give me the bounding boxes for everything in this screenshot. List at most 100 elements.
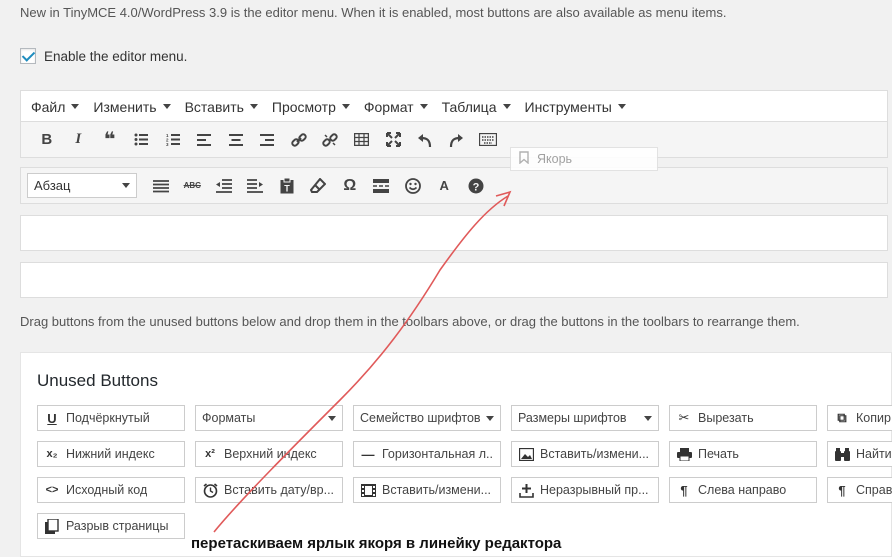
subscript-icon: x₂ bbox=[46, 448, 58, 460]
unused-button-label: Найти bbox=[856, 447, 892, 461]
copy-icon: ⧉ bbox=[837, 410, 847, 425]
clear-formatting-icon[interactable] bbox=[303, 172, 335, 200]
menu-edit[interactable]: Изменить bbox=[86, 99, 177, 115]
chevron-down-icon bbox=[341, 104, 350, 109]
chevron-down-icon bbox=[419, 104, 428, 109]
chevron-down-icon bbox=[617, 104, 626, 109]
unused-button-label: Вырезать bbox=[698, 411, 754, 425]
unused-select-formats[interactable]: Форматы bbox=[195, 405, 343, 431]
strikethrough-icon[interactable]: ABC bbox=[177, 172, 209, 200]
menu-file-label: Файл bbox=[31, 98, 66, 115]
enable-menu-checkbox[interactable] bbox=[20, 48, 36, 64]
annotation-caption: перетаскиваем ярлык якоря в линейку реда… bbox=[191, 535, 562, 552]
empty-toolbar-3[interactable] bbox=[20, 215, 888, 251]
intro-text: New in TinyMCE 4.0/WordPress 3.9 is the … bbox=[20, 5, 727, 20]
svg-text:?: ? bbox=[472, 181, 479, 193]
menu-format[interactable]: Формат bbox=[357, 99, 435, 115]
chevron-down-icon bbox=[249, 104, 258, 109]
paragraph-ltr-icon: ¶ bbox=[680, 482, 688, 498]
enable-menu-row[interactable]: Enable the editor menu. bbox=[20, 48, 187, 64]
unused-button-subscript[interactable]: x₂ Нижний индекс bbox=[37, 441, 185, 467]
fullscreen-icon[interactable] bbox=[378, 126, 410, 154]
text-color-icon[interactable]: A bbox=[429, 172, 461, 200]
unused-button-horizontal-line[interactable]: — Горизонтальная л... bbox=[353, 441, 501, 467]
unused-select-font-size[interactable]: Размеры шрифтов bbox=[511, 405, 659, 431]
bookmark-icon bbox=[519, 151, 529, 167]
superscript-icon: x² bbox=[205, 448, 215, 460]
bold-icon[interactable]: B bbox=[31, 126, 63, 154]
menu-view-label: Просмотр bbox=[271, 98, 336, 115]
indent-icon[interactable] bbox=[240, 172, 272, 200]
menu-insert-label: Вставить bbox=[184, 98, 244, 115]
unused-button-insert-image[interactable]: Вставить/измени... bbox=[511, 441, 659, 467]
unused-button-print[interactable]: Печать bbox=[669, 441, 817, 467]
dragged-anchor-button[interactable]: Якорь bbox=[510, 147, 658, 171]
page-break-icon[interactable] bbox=[366, 172, 398, 200]
paste-text-icon[interactable]: T bbox=[271, 172, 303, 200]
empty-toolbar-4[interactable] bbox=[20, 262, 888, 298]
help-icon[interactable]: ? bbox=[460, 172, 492, 200]
menu-insert[interactable]: Вставить bbox=[178, 99, 265, 115]
table-icon[interactable] bbox=[346, 126, 378, 154]
unused-button-superscript[interactable]: x² Верхний индекс bbox=[195, 441, 343, 467]
unused-button-nonbreaking-space[interactable]: Неразрывный пр... bbox=[511, 477, 659, 503]
editor-menubar: Файл Изменить Вставить Просмотр Формат Т… bbox=[20, 90, 888, 122]
unused-button-label: Нижний индекс bbox=[66, 447, 155, 461]
blockquote-icon[interactable]: ❝ bbox=[94, 126, 126, 154]
horizontal-rule-icon[interactable] bbox=[145, 172, 177, 200]
editor-toolbar-2: Абзац ABC T Ω A ? bbox=[20, 167, 888, 204]
unlink-icon[interactable] bbox=[315, 126, 347, 154]
svg-text:T: T bbox=[284, 183, 290, 193]
outdent-icon[interactable] bbox=[208, 172, 240, 200]
italic-icon[interactable]: I bbox=[63, 126, 95, 154]
unused-button-label: Исходный код bbox=[66, 483, 148, 497]
link-icon[interactable] bbox=[283, 126, 315, 154]
menu-tools-label: Инструменты bbox=[524, 98, 612, 115]
special-character-icon[interactable]: Ω bbox=[334, 172, 366, 200]
unused-button-label: Копир bbox=[856, 411, 891, 425]
chevron-down-icon bbox=[122, 183, 130, 188]
unused-button-page-break[interactable]: Разрыв страницы bbox=[37, 513, 185, 539]
undo-icon[interactable] bbox=[409, 126, 441, 154]
unused-button-source-code[interactable]: <> Исходный код bbox=[37, 477, 185, 503]
menu-tools[interactable]: Инструменты bbox=[518, 99, 633, 115]
menu-view[interactable]: Просмотр bbox=[265, 99, 357, 115]
unused-select-font-family[interactable]: Семейство шрифтов bbox=[353, 405, 501, 431]
chevron-down-icon bbox=[644, 415, 652, 421]
unused-button-ltr[interactable]: ¶ Слева направо bbox=[669, 477, 817, 503]
unused-button-underline[interactable]: U Подчёркнутый bbox=[37, 405, 185, 431]
svg-text:3: 3 bbox=[166, 142, 169, 146]
editor-toolbar-1: B I ❝ 123 bbox=[20, 121, 888, 158]
numbered-list-icon[interactable]: 123 bbox=[157, 126, 189, 154]
scissors-icon: ✂ bbox=[678, 410, 690, 425]
unused-button-label: Вставить дату/вр... bbox=[224, 483, 335, 497]
unused-button-insert-media[interactable]: Вставить/измени... bbox=[353, 477, 501, 503]
code-icon: <> bbox=[45, 484, 59, 496]
enable-menu-label[interactable]: Enable the editor menu. bbox=[44, 49, 187, 64]
unused-buttons-title: Unused Buttons bbox=[37, 371, 158, 390]
unused-button-cut[interactable]: ✂ Вырезать bbox=[669, 405, 817, 431]
paragraph-format-select[interactable]: Абзац bbox=[27, 173, 137, 198]
unused-button-find[interactable]: Найти bbox=[827, 441, 892, 467]
unused-button-label: Разрыв страницы bbox=[66, 519, 169, 533]
unused-button-label: Слева направо bbox=[698, 483, 787, 497]
paragraph-rtl-icon: ¶ bbox=[838, 482, 846, 498]
dragged-anchor-label: Якорь bbox=[537, 152, 573, 166]
menu-table-label: Таблица bbox=[441, 98, 497, 115]
redo-icon[interactable] bbox=[441, 126, 473, 154]
chevron-down-icon bbox=[502, 104, 511, 109]
unused-button-rtl[interactable]: ¶ Справ bbox=[827, 477, 892, 503]
toolbar-toggle-icon[interactable] bbox=[472, 126, 504, 154]
unused-button-insert-date[interactable]: Вставить дату/вр... bbox=[195, 477, 343, 503]
align-left-icon[interactable] bbox=[189, 126, 221, 154]
emoticons-icon[interactable] bbox=[397, 172, 429, 200]
menu-file[interactable]: Файл bbox=[24, 99, 86, 115]
unused-button-label: Печать bbox=[698, 447, 739, 461]
align-right-icon[interactable] bbox=[252, 126, 284, 154]
unused-button-copy[interactable]: ⧉ Копир bbox=[827, 405, 892, 431]
unused-button-label: Неразрывный пр... bbox=[540, 483, 649, 497]
unused-button-label: Вставить/измени... bbox=[382, 483, 492, 497]
menu-table[interactable]: Таблица bbox=[435, 99, 518, 115]
align-center-icon[interactable] bbox=[220, 126, 252, 154]
bullet-list-icon[interactable] bbox=[126, 126, 158, 154]
